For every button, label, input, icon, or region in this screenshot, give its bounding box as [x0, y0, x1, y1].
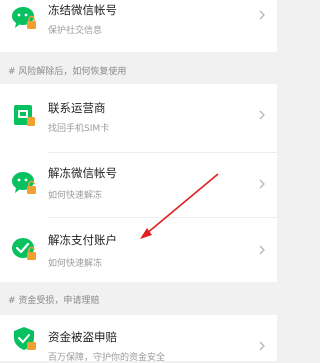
fund-claim-subtitle: 百万保障，守护你的资金安全 [48, 353, 166, 363]
wechat-unlock-icon [12, 172, 36, 194]
chevron-right-icon [259, 341, 265, 351]
fund-claim-item[interactable]: 资金被盗申赔 百万保障，守护你的资金安全 [0, 315, 277, 363]
chevron-right-icon [259, 245, 265, 255]
freeze-wechat-item[interactable]: 冻结微信帐号 保护社交信息 [0, 0, 277, 52]
unfreeze-wechat-subtitle: 如何快速解冻 [48, 191, 103, 201]
sim-card-icon [14, 105, 35, 126]
claims-card: 资金被盗申赔 百万保障，守护你的资金安全 [0, 315, 277, 363]
freeze-wechat-subtitle: 保护社交信息 [48, 26, 103, 36]
contact-carrier-item[interactable]: 联系运营商 找回手机SIM卡 [0, 84, 277, 152]
chevron-right-icon [259, 179, 265, 189]
section-header-recovery: # 风险解除后，如何恢复使用 [0, 61, 277, 84]
unfreeze-wechat-item[interactable]: 解冻微信帐号 如何快速解冻 [0, 153, 277, 217]
section-header-claims: # 资金受损，申请理赔 [0, 290, 277, 313]
section-header-recovery-text: # 风险解除后，如何恢复使用 [8, 67, 127, 77]
section-header-claims-text: # 资金受损，申请理赔 [8, 296, 100, 306]
chevron-right-icon [259, 10, 265, 20]
contact-carrier-title: 联系运营商 [48, 101, 106, 115]
unfreeze-pay-title: 解冻支付账户 [48, 233, 117, 247]
top-card: 冻结微信帐号 保护社交信息 [0, 0, 277, 52]
shield-icon [14, 327, 36, 350]
recovery-card: 联系运营商 找回手机SIM卡 解冻微信帐号 如何快速解冻 解冻支付账户 如何快速… [0, 84, 277, 282]
chevron-right-icon [259, 110, 265, 120]
unfreeze-pay-subtitle: 如何快速解冻 [48, 259, 103, 269]
fund-claim-title: 资金被盗申赔 [48, 330, 117, 344]
contact-carrier-subtitle: 找回手机SIM卡 [48, 124, 110, 134]
pay-unlock-icon [12, 238, 36, 260]
unfreeze-pay-item[interactable]: 解冻支付账户 如何快速解冻 [0, 218, 277, 282]
unfreeze-wechat-title: 解冻微信帐号 [48, 166, 117, 180]
wechat-lock-icon [12, 7, 36, 29]
freeze-wechat-title: 冻结微信帐号 [48, 3, 117, 17]
